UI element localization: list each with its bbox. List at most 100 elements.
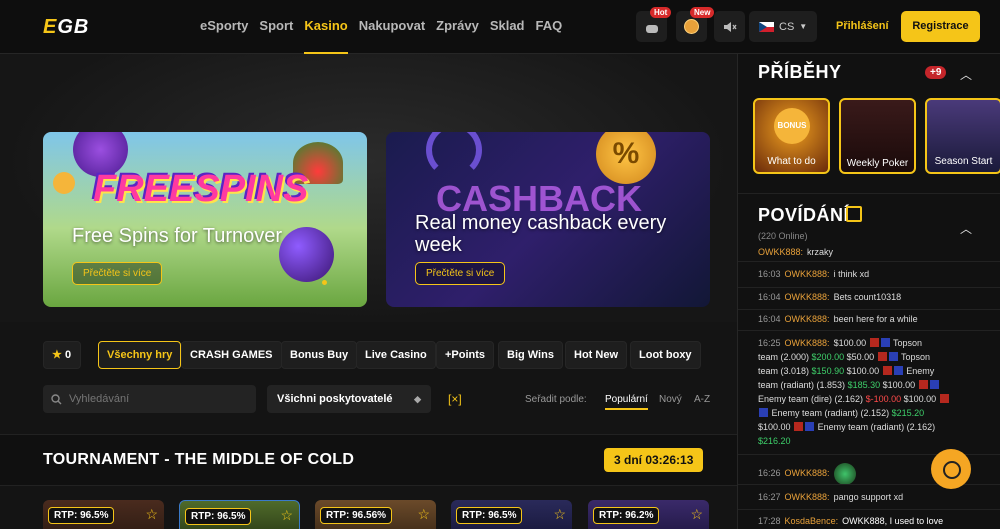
chat-time: 16:25 xyxy=(758,338,781,348)
chat-time: 16:04 xyxy=(758,314,781,324)
chat-username[interactable]: OWKK888: xyxy=(758,247,803,257)
chat-message-bets: 16:25 OWKK888: $100.00 Topson team (2.000)… xyxy=(758,336,983,448)
team-icon xyxy=(929,380,939,389)
team-icon xyxy=(893,366,903,375)
sound-toggle[interactable] xyxy=(714,11,745,42)
register-button[interactable]: Registrace xyxy=(901,11,980,42)
bonus-coin-button[interactable]: New xyxy=(676,7,715,42)
chat-message: 16:04 OWKK888: Bets count10318 xyxy=(758,290,978,304)
star-icon: ★ xyxy=(52,349,62,361)
read-more-button[interactable]: Přečtěte si více xyxy=(415,262,506,285)
game-card[interactable]: RTP: 96.5% ☆ xyxy=(451,500,572,529)
team-icon xyxy=(888,352,898,361)
plum-image xyxy=(279,227,334,282)
rtp-badge: RTP: 96.5% xyxy=(456,507,523,524)
read-more-button[interactable]: Přečtěte si více xyxy=(72,262,163,285)
nav-faq[interactable]: FAQ xyxy=(536,0,563,54)
star-icon[interactable]: ☆ xyxy=(690,506,703,523)
chevron-up-icon[interactable]: ︿ xyxy=(960,66,972,83)
search-box xyxy=(43,385,256,413)
language-select[interactable]: CS ▼ xyxy=(749,11,817,42)
tab-all-games[interactable]: Všechny hry xyxy=(98,341,182,369)
sticker-image xyxy=(833,463,856,485)
chat-message: 16:03 OWKK888: i think xd xyxy=(758,267,978,281)
tournament-bar: TOURNAMENT - THE MIDDLE OF COLD 3 dní 03… xyxy=(0,434,737,486)
sort-popular[interactable]: Populární xyxy=(605,394,648,410)
games-button[interactable]: Hot xyxy=(636,7,672,42)
chat-message: 16:04 OWKK888: been here for a while xyxy=(758,312,978,326)
chat-username[interactable]: OWKK888: xyxy=(785,468,830,478)
chat-time: 16:26 xyxy=(758,468,781,479)
chat-message: OWKK888: krzaky xyxy=(758,247,978,259)
tab-live-casino[interactable]: Live Casino xyxy=(356,341,436,369)
search-input[interactable] xyxy=(69,393,239,405)
game-card[interactable]: RTP: 96.56% ☆ xyxy=(315,500,436,529)
provider-select[interactable]: Všichni poskytovatelé ◆ xyxy=(267,385,431,413)
dota-icon xyxy=(794,422,804,431)
freespins-banner[interactable]: FREESPINS Free Spins for Turnover Přečtě… xyxy=(43,132,367,307)
tab-loot-boxes[interactable]: Loot boxy xyxy=(630,341,701,369)
tab-big-wins[interactable]: Big Wins xyxy=(498,341,563,369)
chat-username[interactable]: OWKK888: xyxy=(785,492,830,502)
sort-az[interactable]: A-Z xyxy=(694,394,710,405)
chat-text: Bets count10318 xyxy=(833,292,902,302)
chat-message: 16:27 OWKK888: pango support xd xyxy=(758,490,978,504)
game-card[interactable]: RTP: 96.2% ☆ xyxy=(588,500,709,529)
nav-esports[interactable]: eSporty xyxy=(200,0,248,54)
rtp-badge: RTP: 96.5% xyxy=(48,507,115,524)
nav-sport[interactable]: Sport xyxy=(259,0,293,54)
nav-shop[interactable]: Nakupovat xyxy=(359,0,425,54)
favorites-tab[interactable]: ★ 0 xyxy=(43,341,81,369)
percent-coin-image: % xyxy=(596,132,656,184)
chat-time: 16:04 xyxy=(758,292,781,302)
login-link[interactable]: Přihlášení xyxy=(836,20,889,32)
gamepad-icon xyxy=(646,25,658,33)
stories-title: PŘÍBĚHY xyxy=(758,62,842,82)
star-icon[interactable]: ☆ xyxy=(417,506,430,523)
chat-username[interactable]: OWKK888: xyxy=(785,269,830,279)
story-what-to-do[interactable]: BONUS What to do xyxy=(753,98,830,174)
tab-crash-games[interactable]: CRASH GAMES xyxy=(181,341,282,369)
star-icon[interactable]: ☆ xyxy=(145,506,158,523)
rtp-badge: RTP: 96.2% xyxy=(593,507,660,524)
nav-casino[interactable]: Kasino xyxy=(304,0,348,54)
sort-label: Seřadit podle: xyxy=(525,394,587,405)
freespins-logo: FREESPINS xyxy=(93,168,309,210)
carousel-dot[interactable] xyxy=(322,280,327,285)
story-weekly-poker[interactable]: Weekly Poker xyxy=(839,98,916,174)
star-icon[interactable]: ☆ xyxy=(553,506,566,523)
chat-username[interactable]: OWKK888: xyxy=(785,338,830,348)
chat-username[interactable]: KosdaBence: xyxy=(785,516,839,526)
clear-filters-button[interactable]: [×] xyxy=(448,392,462,406)
tab-hot-new[interactable]: Hot New xyxy=(565,341,627,369)
game-card[interactable]: RTP: 96.5% ☆ xyxy=(179,500,300,529)
tab-bonus-buy[interactable]: Bonus Buy xyxy=(281,341,358,369)
new-badge: New xyxy=(690,7,715,18)
nav-inventory[interactable]: Sklad xyxy=(490,0,525,54)
egb-logo[interactable]: EGB xyxy=(43,16,89,39)
headphones-image xyxy=(426,132,482,178)
story-season-start[interactable]: Season Start xyxy=(925,98,1000,174)
star-icon[interactable]: ☆ xyxy=(280,507,293,524)
promo-carousel: FREESPINS Free Spins for Turnover Přečtě… xyxy=(0,54,737,322)
tab-points[interactable]: +Points xyxy=(436,341,495,369)
chat-text: pango support xd xyxy=(833,492,904,502)
chat-username[interactable]: OWKK888: xyxy=(785,292,830,302)
chat-username[interactable]: OWKK888: xyxy=(785,314,830,324)
nav-news[interactable]: Zprávy xyxy=(436,0,479,54)
story-label: What to do xyxy=(767,156,816,167)
logo-letter-e: E xyxy=(43,16,58,38)
main-nav: eSporty Sport Kasino Nakupovat Zprávy Sk… xyxy=(200,0,562,54)
cashback-banner[interactable]: % CASHBACK Real money cashback every wee… xyxy=(386,132,710,307)
dota-icon xyxy=(869,338,879,347)
chat-text: i think xd xyxy=(833,269,870,279)
support-chat-button[interactable] xyxy=(931,449,971,489)
game-card[interactable]: RTP: 96.5% ☆ xyxy=(43,500,164,529)
team-icon xyxy=(880,338,890,347)
rtp-badge: RTP: 96.56% xyxy=(320,507,393,524)
sort-new[interactable]: Nový xyxy=(659,394,682,405)
chevron-up-icon[interactable]: ︿ xyxy=(960,220,972,237)
stories-count-badge: +9 xyxy=(925,66,947,79)
popout-icon[interactable] xyxy=(846,206,862,222)
app-root: EGB eSporty Sport Kasino Nakupovat Zpráv… xyxy=(0,0,1000,529)
